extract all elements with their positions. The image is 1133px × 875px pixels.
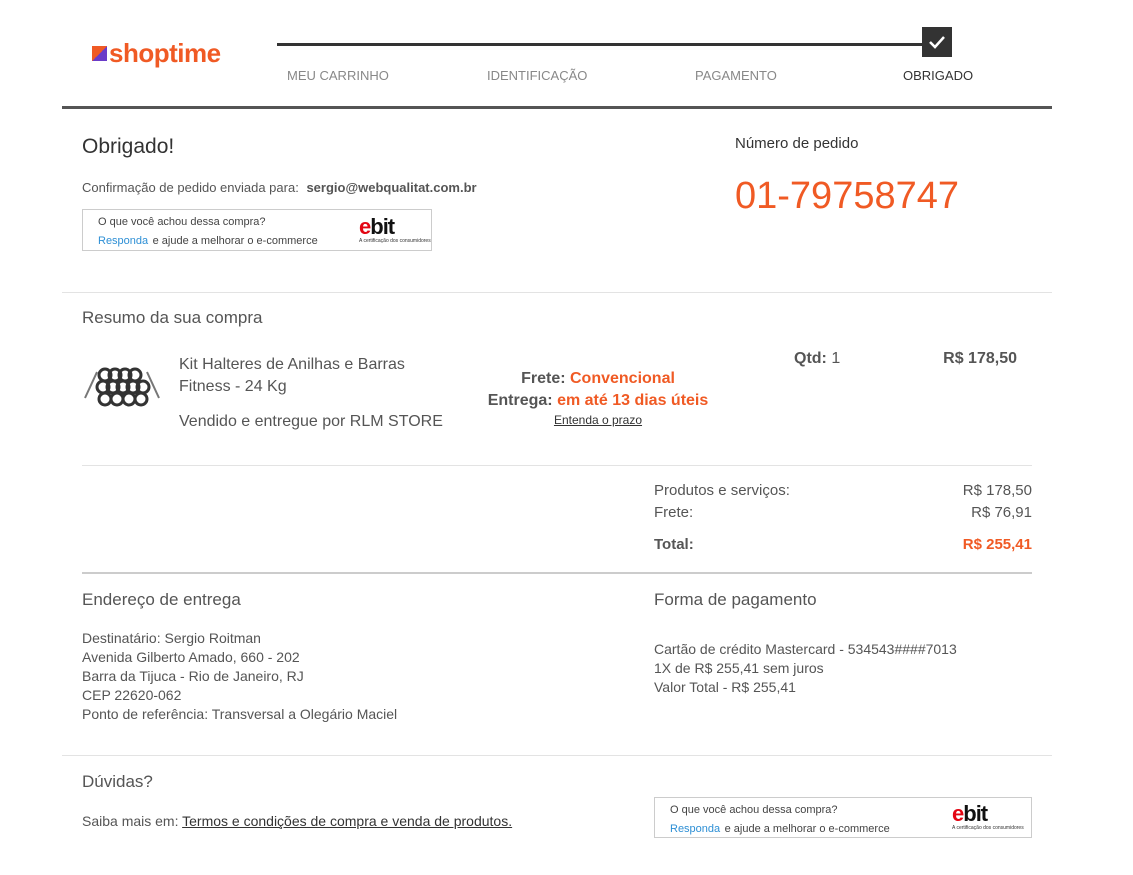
entenda-prazo-link[interactable]: Entenda o prazo [554,413,642,427]
order-number: 01-79758747 [735,175,959,217]
order-number-label: Número de pedido [735,135,859,152]
ebit-tagline: A certificação dos consumidores [359,238,431,244]
payment-line: 1X de R$ 255,41 sem juros [654,660,824,676]
product-name-line2: Fitness - 24 Kg [179,378,287,395]
address-line: Ponto de referência: Transversal a Olegá… [82,706,398,722]
ebit-respond-link[interactable]: Responda [98,235,148,247]
logo-mark-icon [92,46,107,61]
address-line: Avenida Gilberto Amado, 660 - 202 [82,649,300,665]
step-identificacao: IDENTIFICAÇÃO [487,68,588,83]
step-meu-carrinho: MEU CARRINHO [287,68,389,83]
total-value: R$ 255,41 [962,536,1032,553]
delivery-address: Destinatário: Sergio Roitman Avenida Gil… [82,629,397,724]
product-name[interactable]: Kit Halteres de Anilhas e Barras Fitness… [179,354,405,398]
ebit-logo: ebit A certificação dos consumidores [359,214,431,245]
total-label: Total: [654,536,694,553]
ebit-logo-e: e [359,214,371,239]
ebit-cta: Responda e ajude a melhorar o e-commerce [98,231,318,249]
help-divider [62,755,1052,756]
page-title: Obrigado! [82,135,175,158]
entrega-label: Entrega: [487,392,553,409]
qtd-label: Qtd: [794,350,827,367]
address-line: Barra da Tijuca - Rio de Janeiro, RJ [82,668,304,684]
confirmation-email: sergio@webqualitat.com.br [306,180,477,195]
totals-block: Produtos e serviços: R$ 178,50 Frete: R$… [654,482,1032,553]
confirmation-sent-to: Confirmação de pedido enviada para: serg… [82,180,477,195]
frete-total-value: R$ 76,91 [971,504,1032,521]
products-label: Produtos e serviços: [654,482,790,499]
payment-line: Valor Total - R$ 255,41 [654,679,796,695]
frete-label: Frete: [521,370,566,387]
summary-title: Resumo da sua compra [82,308,263,327]
section-divider [62,292,1052,293]
payment-line: Cartão de crédito Mastercard - 534543###… [654,641,957,657]
header-divider [62,106,1052,109]
payment-details: Cartão de crédito Mastercard - 534543###… [654,640,957,697]
products-value: R$ 178,50 [962,482,1032,499]
payment-title: Forma de pagamento [654,590,817,609]
ebit-logo: ebit A certificação dos consumidores [952,801,1024,832]
checkout-progress-line [277,43,929,46]
frete-value: Convencional [570,370,675,387]
product-name-line1: Kit Halteres de Anilhas e Barras [179,356,405,373]
ebit-cta: Responda e ajude a melhorar o e-commerce [670,819,890,837]
ebit-question: O que você achou dessa compra? [98,216,266,228]
frete-total-label: Frete: [654,504,694,521]
help-prefix: Saiba mais em: [82,813,179,829]
ebit-survey-banner-bottom[interactable]: O que você achou dessa compra? Responda … [654,797,1032,838]
quantity: Qtd: 1 [794,350,840,368]
summary-divider [82,465,1032,466]
totals-divider [82,572,1032,574]
delivery-title: Endereço de entrega [82,590,241,609]
help-title: Dúvidas? [82,772,153,791]
ebit-logo-word: bit [370,214,395,239]
product-seller: Vendido e entregue por RLM STORE [179,413,443,430]
frete-total-row: Frete: R$ 76,91 [654,504,1032,536]
logo-text: shoptime [109,38,221,68]
address-line: CEP 22620-062 [82,687,182,703]
ebit-respond-link[interactable]: Responda [670,823,720,835]
ebit-tagline: A certificação dos consumidores [952,825,1024,831]
entrega-value: em até 13 dias úteis [557,392,709,409]
ebit-logo-word: bit [963,801,988,826]
checkmark-icon [922,27,952,57]
prazo-link-wrap: Entenda o prazo [470,413,726,427]
qtd-value: 1 [831,350,841,367]
step-pagamento: PAGAMENTO [695,68,777,83]
help-text: Saiba mais em: Termos e condições de com… [82,813,512,829]
products-total-row: Produtos e serviços: R$ 178,50 [654,482,1032,504]
ebit-cta-text: e ajude a melhorar o e-commerce [724,823,890,835]
ebit-survey-banner[interactable]: O que você achou dessa compra? Responda … [82,209,432,251]
product-image[interactable] [83,362,161,408]
terms-link[interactable]: Termos e condições de compra e venda de … [182,813,512,829]
grand-total-row: Total: R$ 255,41 [654,536,1032,553]
product-price: R$ 178,50 [943,350,1017,367]
shipping-info: Frete: Convencional Entrega: em até 13 d… [470,368,726,412]
address-line: Destinatário: Sergio Roitman [82,630,261,646]
sent-to-label: Confirmação de pedido enviada para: [82,180,299,195]
ebit-question: O que você achou dessa compra? [670,804,838,816]
shoptime-logo[interactable]: shoptime [92,38,221,69]
ebit-cta-text: e ajude a melhorar o e-commerce [152,235,318,247]
step-obrigado: OBRIGADO [903,68,974,83]
ebit-logo-e: e [952,801,964,826]
